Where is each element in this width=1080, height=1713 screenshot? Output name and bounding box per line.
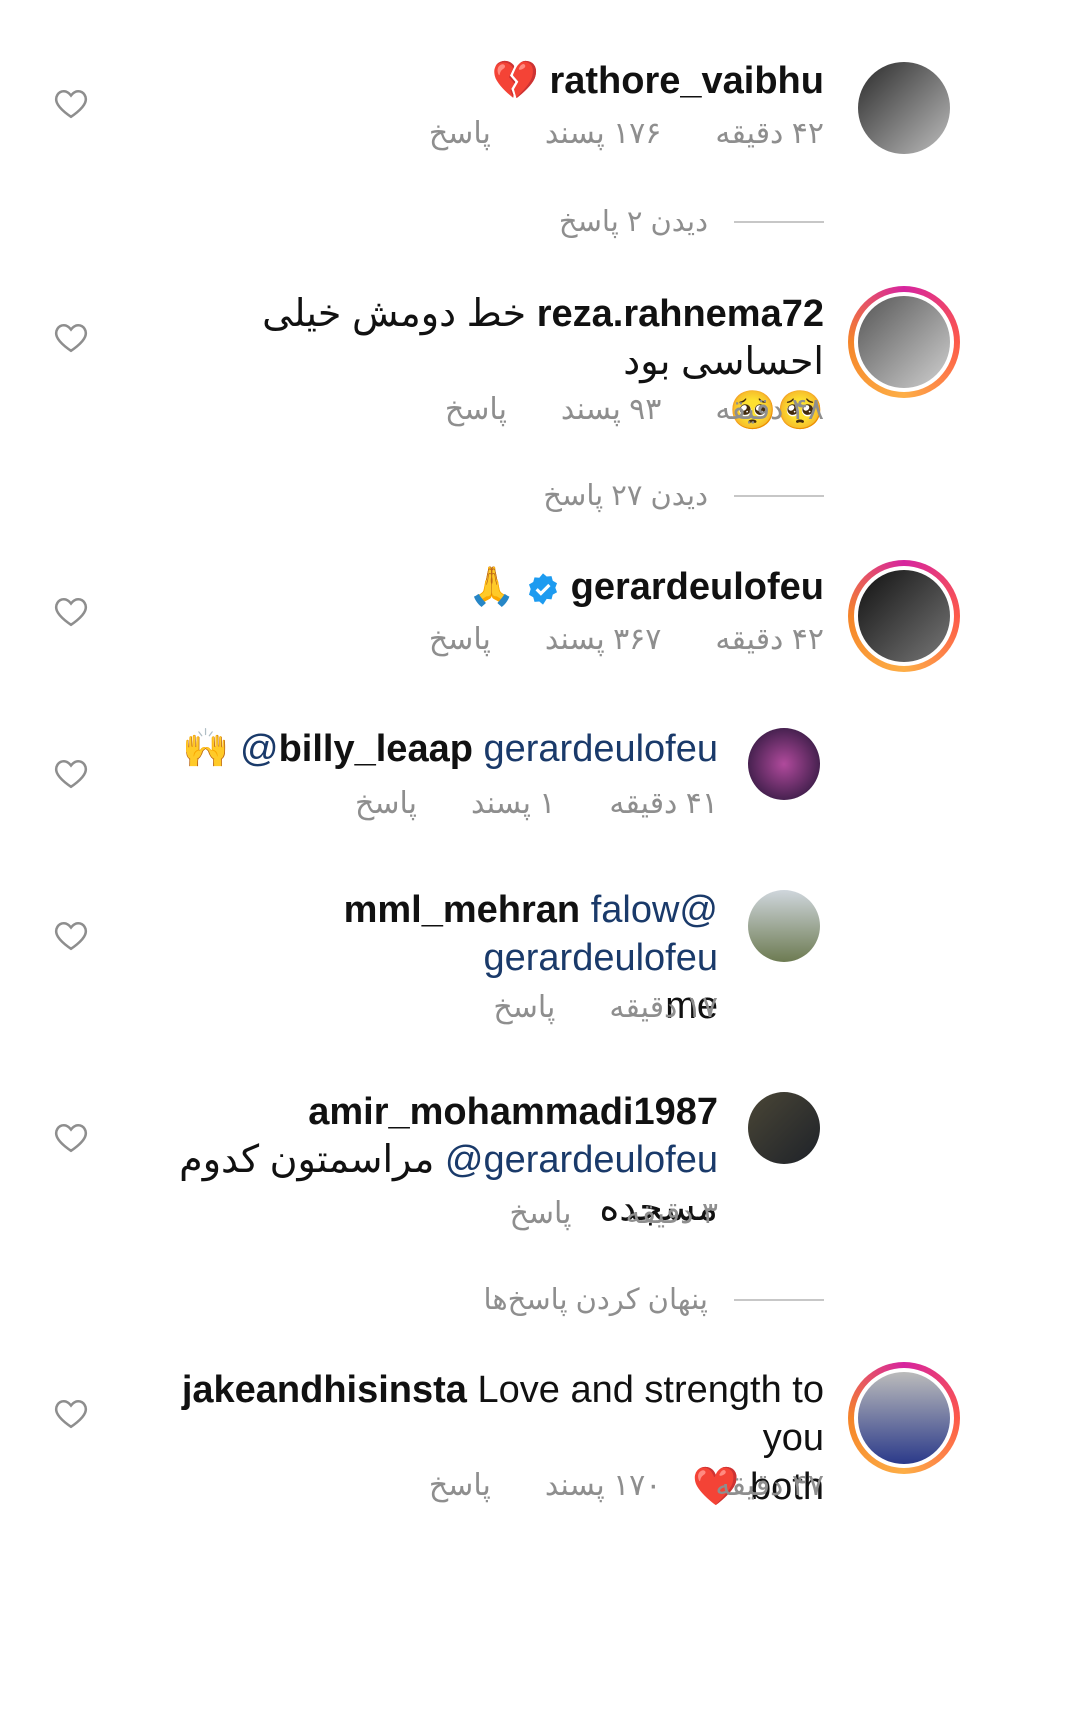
avatar	[858, 296, 950, 388]
reply-button[interactable]: پاسخ	[355, 786, 417, 821]
reply-button[interactable]: پاسخ	[429, 116, 491, 151]
comment-likes[interactable]: ۱۷۰ پسند	[545, 1468, 662, 1503]
view-replies-button[interactable]: دیدن ۲ پاسخ	[559, 204, 824, 239]
reply-button[interactable]: پاسخ	[510, 1196, 572, 1231]
like-heart-icon[interactable]	[54, 920, 88, 952]
comment-time: ۴۱ دقیقه	[609, 787, 718, 820]
reply-button[interactable]: پاسخ	[445, 392, 507, 427]
comment-likes[interactable]: ۳۶۷ پسند	[545, 622, 662, 657]
comment-time: ۳ دقیقه	[625, 1197, 718, 1230]
mention-link[interactable]: falow@	[591, 889, 718, 931]
avatar	[858, 1372, 950, 1464]
comment-meta: ۴۲ دقیقه ۱۷۶ پسند پاسخ	[429, 116, 824, 151]
comment-likes[interactable]: ۱ پسند	[471, 786, 555, 821]
reply-button[interactable]: پاسخ	[429, 622, 491, 657]
comment-username[interactable]: gerardeulofeu	[571, 566, 824, 608]
comment-time: ۴۲ دقیقه	[715, 117, 824, 150]
verified-badge-icon	[529, 573, 558, 605]
comment-time: ۴۸ دقیقه	[715, 393, 824, 426]
comment-text: gerardeulofeu 🙏	[124, 562, 824, 611]
comment-time: ۴۲ دقیقه	[715, 623, 824, 656]
comment-meta: ۳ دقیقه پاسخ	[510, 1196, 718, 1231]
view-replies-label: دیدن ۲۷ پاسخ	[543, 480, 708, 512]
divider	[734, 220, 824, 223]
comment-meta: ۱۷ دقیقه پاسخ	[493, 990, 718, 1025]
avatar[interactable]	[858, 62, 950, 154]
comment-likes[interactable]: ۹۳ پسند	[561, 392, 661, 427]
mention-link[interactable]: gerardeulofeu@	[445, 1139, 718, 1181]
comment-username[interactable]: reza.rahnema72	[537, 293, 824, 335]
story-ring[interactable]	[848, 1362, 960, 1474]
like-heart-icon[interactable]	[54, 596, 88, 628]
like-heart-icon[interactable]	[54, 322, 88, 354]
view-replies-button[interactable]: دیدن ۲۷ پاسخ	[543, 478, 824, 513]
hide-replies-label: پنهان کردن پاسخ‌ها	[483, 1284, 708, 1316]
comment-meta: ۴۷ دقیقه ۱۷۰ پسند پاسخ	[429, 1468, 824, 1503]
comment-username[interactable]: mml_mehran	[344, 889, 581, 931]
comment-username[interactable]: rathore_vaibhu	[549, 60, 824, 102]
comment-username[interactable]: amir_mohammadi1987	[308, 1091, 718, 1133]
mention-link[interactable]: gerardeulofeu	[483, 937, 718, 979]
comment-meta: ۴۱ دقیقه ۱ پسند پاسخ	[355, 786, 718, 821]
folded-hands-emoji: 🙏	[468, 564, 516, 608]
raising-hands-emoji: 🙌	[182, 726, 230, 770]
hide-replies-button[interactable]: پنهان کردن پاسخ‌ها	[483, 1282, 824, 1317]
comment-time: ۱۷ دقیقه	[609, 991, 718, 1024]
comment-likes[interactable]: ۱۷۶ پسند	[545, 116, 662, 151]
avatar[interactable]	[748, 890, 820, 962]
story-ring[interactable]	[848, 286, 960, 398]
divider	[734, 1298, 824, 1301]
comment-username[interactable]: jakeandhisinsta	[182, 1369, 467, 1411]
reply-button[interactable]: پاسخ	[429, 1468, 491, 1503]
comment-username[interactable]: billy_leaap	[279, 728, 473, 770]
like-heart-icon[interactable]	[54, 1398, 88, 1430]
avatar[interactable]	[748, 1092, 820, 1164]
comment-text: rathore_vaibhu 💔	[124, 56, 824, 105]
view-replies-label: دیدن ۲ پاسخ	[558, 206, 708, 238]
comment-meta: ۴۸ دقیقه ۹۳ پسند پاسخ	[445, 392, 824, 427]
story-ring[interactable]	[848, 560, 960, 672]
divider	[734, 494, 824, 497]
broken-heart-emoji: 💔	[491, 58, 539, 102]
reply-button[interactable]: پاسخ	[493, 990, 555, 1025]
like-heart-icon[interactable]	[54, 88, 88, 120]
comment-meta: ۴۲ دقیقه ۳۶۷ پسند پاسخ	[429, 622, 824, 657]
avatar	[858, 570, 950, 662]
comment-body: Love and strength to you	[477, 1369, 824, 1459]
like-heart-icon[interactable]	[54, 1122, 88, 1154]
like-heart-icon[interactable]	[54, 758, 88, 790]
comment-time: ۴۷ دقیقه	[715, 1469, 824, 1502]
avatar[interactable]	[748, 728, 820, 800]
comment-text: billy_leaap gerardeulofeu@ 🙌	[118, 724, 718, 773]
